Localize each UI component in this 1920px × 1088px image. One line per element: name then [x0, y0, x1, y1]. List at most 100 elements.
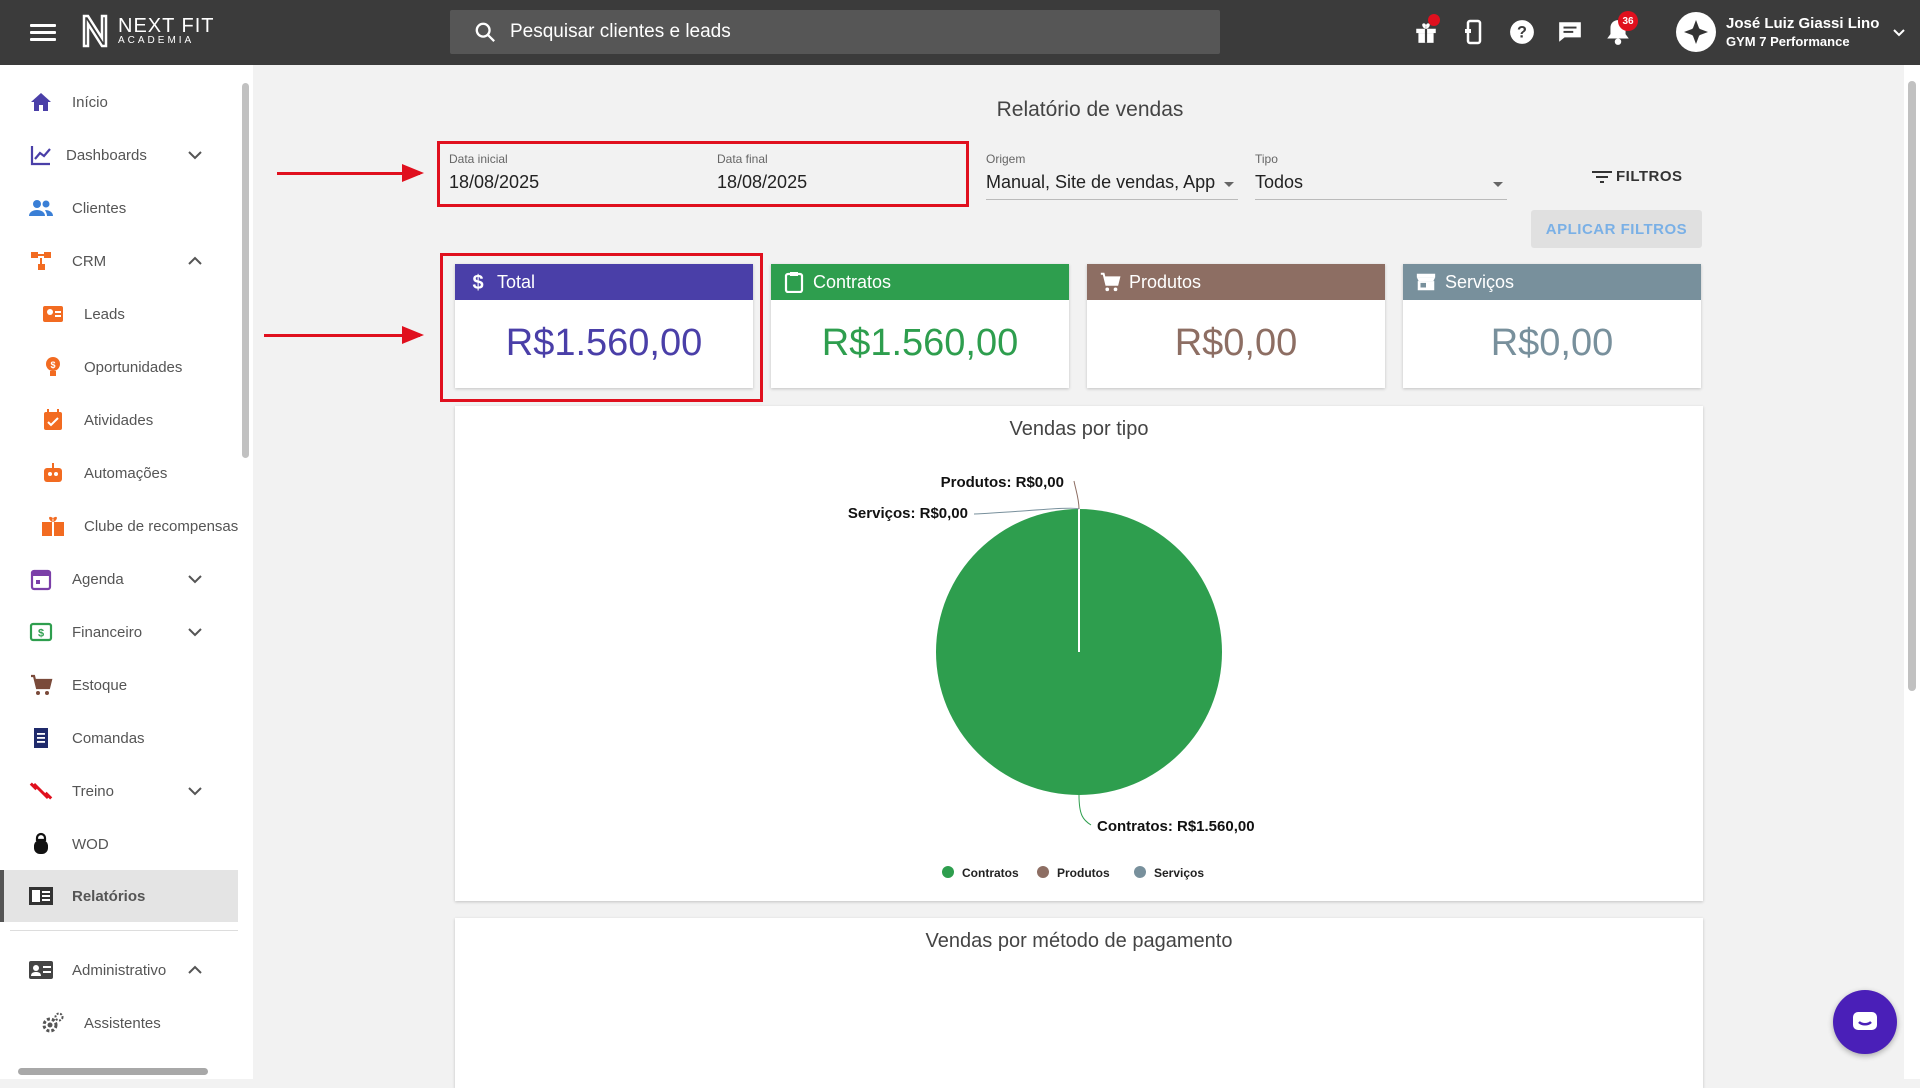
- sidebar-horizontal-scrollbar-thumb[interactable]: [18, 1068, 208, 1075]
- date-range-highlight: [437, 141, 969, 207]
- sidebar-item-label: Início: [72, 93, 108, 111]
- sidebar-item-comandas[interactable]: Comandas: [0, 713, 238, 763]
- origem-select[interactable]: Origem Manual, Site de vendas, App...: [986, 152, 1238, 200]
- mobile-app-icon[interactable]: [1458, 14, 1490, 50]
- chat-icon[interactable]: [1554, 14, 1586, 50]
- dollar-icon: $: [467, 271, 489, 293]
- search-icon: [475, 22, 495, 42]
- legend-marker[interactable]: [942, 866, 954, 878]
- chart-line-icon: [28, 142, 54, 168]
- sidebar-item-automacoes[interactable]: Automações: [0, 448, 238, 498]
- legend-label[interactable]: Contratos: [962, 866, 1019, 880]
- sidebar-item-label: Leads: [84, 305, 125, 323]
- gift-notification-dot: [1428, 14, 1440, 26]
- page-title: Relatório de vendas: [996, 98, 1184, 121]
- legend-marker[interactable]: [1134, 866, 1146, 878]
- sidebar-item-clube-de-recompensas[interactable]: Clube de recompensas: [0, 501, 238, 551]
- store-icon: [1415, 271, 1437, 293]
- servicos-card-header: Serviços: [1403, 264, 1701, 300]
- total-card: $ Total R$1.560,00: [455, 264, 753, 388]
- tipo-label: Tipo: [1255, 152, 1278, 166]
- calendar-check-icon: [40, 407, 66, 433]
- svg-text:$: $: [50, 360, 55, 370]
- origem-value: Manual, Site de vendas, App...: [986, 172, 1216, 192]
- search-input[interactable]: [510, 21, 1110, 43]
- produtos-card-label: Produtos: [1129, 271, 1202, 292]
- sidebar-scrollbar-thumb[interactable]: [242, 83, 249, 458]
- main-scrollbar[interactable]: [1904, 65, 1920, 1079]
- sidebar-item-financeiro[interactable]: $ Financeiro: [0, 607, 238, 657]
- sidebar-item-wod[interactable]: WOD: [0, 819, 238, 869]
- chevron-up-icon: [188, 965, 202, 974]
- help-icon[interactable]: ?: [1506, 14, 1538, 50]
- contratos-card-value: R$1.560,00: [821, 322, 1019, 364]
- support-chat-button[interactable]: [1833, 990, 1897, 1054]
- legend-label[interactable]: Produtos: [1057, 866, 1110, 880]
- aplicar-filtros-button[interactable]: APLICAR FILTROS: [1531, 210, 1702, 248]
- legend-marker[interactable]: [1037, 866, 1049, 878]
- filter-icon: [1592, 170, 1612, 183]
- produtos-card: Produtos R$0,00: [1087, 264, 1385, 388]
- search-bar[interactable]: [450, 10, 1220, 54]
- gift-icon[interactable]: [1410, 14, 1442, 50]
- sidebar-scrollbar[interactable]: [238, 65, 253, 1079]
- sidebar-item-agenda[interactable]: Agenda: [0, 554, 238, 604]
- svg-text:$: $: [38, 628, 44, 640]
- svg-text:$: $: [472, 272, 483, 293]
- arrow-to-dates-icon: [277, 164, 424, 182]
- sidebar-item-inicio[interactable]: Início: [0, 77, 238, 127]
- sidebar-item-treino[interactable]: Treino: [0, 766, 238, 816]
- hamburger-menu-icon[interactable]: [30, 20, 56, 44]
- home-icon: [28, 89, 54, 115]
- cart-icon: [1099, 271, 1121, 293]
- sidebar-item-label: Clientes: [72, 199, 127, 217]
- chat-bubble-icon: [1853, 1012, 1877, 1030]
- tipo-select[interactable]: Tipo Todos: [1255, 152, 1507, 200]
- main-scrollbar-thumb[interactable]: [1908, 81, 1916, 691]
- robot-icon: [40, 460, 66, 486]
- sidebar-item-leads[interactable]: Leads: [0, 289, 238, 339]
- sidebar-item-administrativo[interactable]: Administrativo: [0, 945, 238, 995]
- avatar: [1676, 12, 1716, 52]
- sidebar-item-dashboards[interactable]: Dashboards: [0, 130, 238, 180]
- chevron-down-icon: [188, 575, 202, 584]
- notification-count-badge: 36: [1618, 11, 1638, 31]
- filtros-button[interactable]: FILTROS: [1592, 168, 1683, 185]
- sidebar-item-oportunidades[interactable]: $ Oportunidades: [0, 342, 238, 392]
- gears-icon: [40, 1010, 66, 1036]
- sidebar-item-label: Administrativo: [72, 961, 167, 979]
- sidebar-item-estoque[interactable]: Estoque: [0, 660, 238, 710]
- contratos-card: Contratos R$1.560,00: [771, 264, 1069, 388]
- sidebar-item-label: Automações: [84, 464, 168, 482]
- sidebar-horizontal-scrollbar[interactable]: [0, 1064, 238, 1079]
- sidebar-item-assistentes[interactable]: Assistentes: [0, 998, 238, 1048]
- kettlebell-icon: [28, 831, 54, 857]
- total-card-label: Total: [497, 271, 536, 292]
- people-icon: [28, 195, 54, 221]
- chevron-down-icon: [188, 628, 202, 637]
- logo[interactable]: NEXT FIT ACADEMIA: [80, 14, 215, 48]
- notifications-bell-icon[interactable]: 36: [1602, 11, 1638, 50]
- crm-icon: [28, 248, 54, 274]
- sidebar-item-label: CRM: [72, 252, 107, 270]
- id-card-icon: [28, 957, 54, 983]
- logo-title: NEXT FIT: [118, 15, 215, 37]
- sidebar-item-clientes[interactable]: Clientes: [0, 183, 238, 233]
- dropdown-caret-icon: [1224, 182, 1234, 187]
- sidebar-item-label: Agenda: [72, 570, 124, 588]
- top-bar: NEXT FIT ACADEMIA ? 36 José Luiz Gia: [0, 0, 1920, 65]
- produtos-card-header: Produtos: [1087, 264, 1385, 300]
- total-card-header: $ Total: [455, 264, 753, 300]
- sidebar-item-relatorios[interactable]: Relatórios: [0, 870, 238, 922]
- legend-label[interactable]: Serviços: [1154, 866, 1204, 880]
- panel2-title: Vendas por método de pagamento: [925, 930, 1233, 952]
- sidebar-item-label: Comandas: [72, 729, 145, 747]
- gift-icon: [40, 513, 66, 539]
- sidebar-item-label: Assistentes: [84, 1014, 161, 1032]
- report-icon: [28, 883, 54, 909]
- sidebar-item-atividades[interactable]: Atividades: [0, 395, 238, 445]
- sidebar-item-crm[interactable]: CRM: [0, 236, 238, 286]
- sidebar-item-label: Atividades: [84, 411, 154, 429]
- sidebar-item-label: Clube de recompensas: [84, 517, 238, 535]
- user-menu[interactable]: José Luiz Giassi Lino GYM 7 Performance: [1676, 12, 1907, 52]
